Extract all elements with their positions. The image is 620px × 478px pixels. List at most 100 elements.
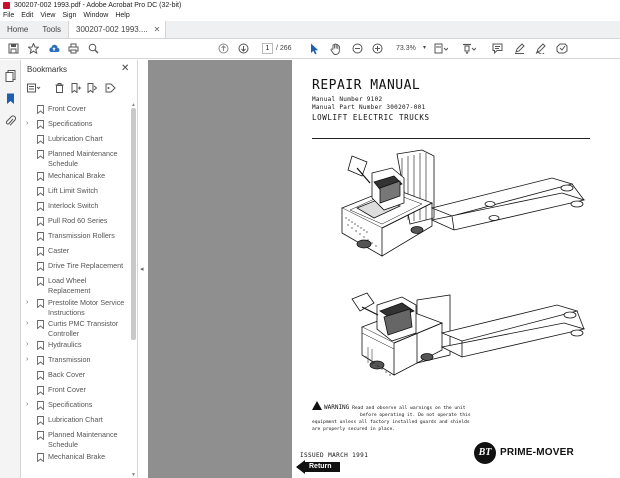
print-icon[interactable] [68,42,79,55]
chevron-right-icon[interactable]: › [26,355,28,365]
zoom-level-value: 73.3% [396,45,416,52]
menu-help[interactable]: Help [115,11,129,21]
chevron-right-icon[interactable]: › [26,400,28,410]
bookmark-icon [37,187,44,196]
pallet-truck-illustration-bottom [351,292,586,376]
bookmark-label: Lift Limit Switch [48,186,98,195]
bookmark-label: Lubrication Chart [48,134,103,143]
return-button-label: Return [305,462,340,472]
close-tab-icon[interactable]: ✕ [154,21,161,39]
bookmark-icon [37,120,44,129]
new-bookmark-icon[interactable] [71,83,81,95]
comment-icon[interactable] [492,42,503,55]
bookmark-label: Transmission Rollers [48,231,115,240]
bookmarks-panel-title: Bookmarks [27,65,68,74]
bookmarks-scrollbar[interactable]: ▲ ▼ [130,102,137,478]
chevron-right-icon[interactable]: › [26,298,28,308]
warning-text-4: are properly secured in place. [312,427,395,432]
bookmark-label: Hydraulics [48,340,82,349]
bookmark-icon [37,453,44,462]
zoom-in-icon[interactable] [372,42,383,55]
tab-home[interactable]: Home [0,21,35,38]
bookmark-label: Mechanical Brake [48,171,106,180]
warning-triangle-icon [312,401,322,410]
page-total: / 266 [276,45,292,52]
zoom-out-icon[interactable] [352,42,363,55]
warning-text-3: equipment unless all factory installed g… [312,420,470,425]
scrolling-mode-icon[interactable] [462,42,476,55]
page-number-input[interactable]: 1 [262,43,273,54]
warning-text-2: before operating it. Do not operate this [360,413,471,418]
scrollbar-thumb[interactable] [131,108,136,340]
bookmark-icon [37,356,44,365]
star-icon[interactable] [28,42,39,55]
warning-text-1: Read and observe all warnings on the uni… [352,406,466,411]
bookmark-icon [37,150,44,159]
bookmark-icon [37,277,44,286]
bookmarks-panel-icon[interactable] [5,93,16,105]
tab-document[interactable]: 300207-002 1993.... ✕ [68,21,167,39]
search-icon[interactable] [88,42,99,55]
bookmark-label: Caster [48,246,70,255]
acrobat-app-icon [3,2,10,9]
bookmark-icon [37,232,44,241]
bookmark-label: Transmission [48,355,91,364]
tab-tools[interactable]: Tools [35,21,68,38]
bookmark-icon [37,386,44,395]
hand-tool-icon[interactable] [330,42,341,55]
zoom-level-select[interactable]: 73.3% ▾ [394,43,428,54]
logo-name: PRIME-MOVER [500,447,574,458]
chevron-right-icon[interactable]: › [26,319,28,329]
draw-tool-icon[interactable] [535,42,546,55]
attachments-paperclip-icon[interactable] [5,115,16,127]
bookmark-icon [37,416,44,425]
delete-bookmark-icon[interactable] [55,83,64,95]
bookmark-label: Planned Maintenance Schedule [48,149,118,168]
bookmark-label: Specifications [48,400,93,409]
options-menu-icon[interactable] [27,83,41,95]
menu-file[interactable]: File [3,11,14,21]
chevron-right-icon[interactable]: › [26,119,28,129]
highlight-pen-icon[interactable] [514,42,525,55]
window-title: 300207-002 1993.pdf - Adobe Acrobat Pro … [14,2,182,9]
menu-edit[interactable]: Edit [21,11,33,21]
expand-bookmark-icon[interactable] [87,83,98,95]
bookmark-label: Interlock Switch [48,201,99,210]
title-divider [312,138,590,139]
return-button[interactable]: Return [296,460,340,474]
menu-window[interactable]: Window [83,11,108,21]
chevron-right-icon[interactable]: › [26,340,28,350]
close-icon[interactable]: ✕ [121,63,129,74]
page-display-icon[interactable] [434,42,448,55]
bookmarks-toolbar [25,82,135,96]
collapse-panel-icon[interactable]: ◂ [140,265,144,273]
document-subtitle: LOWLIFT ELECTRIC TRUCKS [312,113,430,122]
pallet-truck-illustration-top [341,149,586,257]
document-viewer[interactable]: REPAIR MANUAL Manual Number 9102 Manual … [148,60,620,478]
navigation-rail [0,60,21,478]
previous-page-icon[interactable] [218,42,229,55]
upload-cloud-icon[interactable] [48,42,60,55]
warning-label: WARNING [324,404,350,411]
menu-sign[interactable]: Sign [62,11,76,21]
tag-bookmark-icon[interactable] [105,83,116,95]
select-tool-icon[interactable] [310,42,319,55]
prime-mover-logo: BT PRIME-MOVER [474,442,594,464]
bookmark-icon [37,431,44,440]
bookmark-icon [37,105,44,114]
bookmark-icon [37,217,44,226]
stamp-tool-icon[interactable] [556,42,568,55]
menu-view[interactable]: View [40,11,55,21]
bookmark-label: Front Cover [48,385,86,394]
save-icon[interactable] [8,42,19,55]
return-arrow-icon [296,460,305,474]
window-titlebar: 300207-002 1993.pdf - Adobe Acrobat Pro … [0,0,620,11]
next-page-icon[interactable] [238,42,249,55]
bookmark-icon [37,401,44,410]
bookmark-label: Pull Rod 60 Series [48,216,108,225]
page-thumbnails-icon[interactable] [5,70,16,82]
scroll-down-icon[interactable]: ▼ [131,472,136,478]
warning-notice: WARNING Read and observe all warnings on… [312,401,592,433]
bookmark-icon [37,320,44,329]
bookmark-label: Specifications [48,119,93,128]
